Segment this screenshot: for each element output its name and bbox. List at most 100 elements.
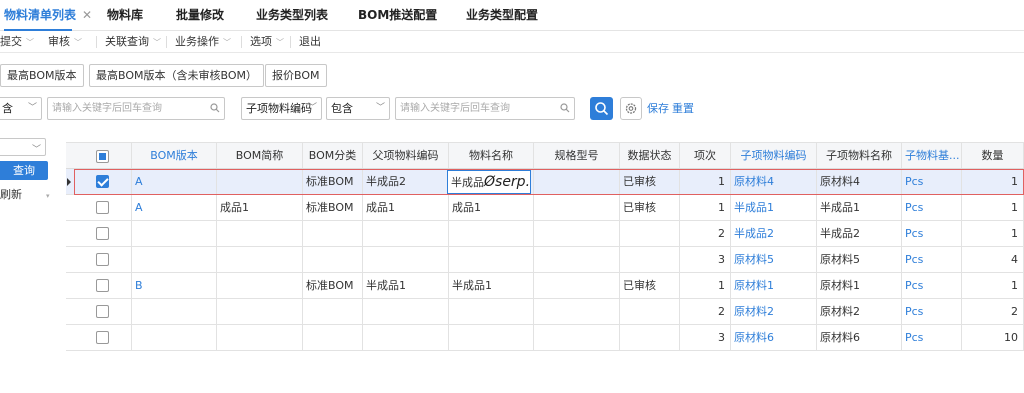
- col-bom-short[interactable]: BOM简称: [217, 143, 303, 168]
- table-row[interactable]: 2 原材料2 原材料2 Pcs 2: [66, 299, 1024, 325]
- cell-item-no[interactable]: 2: [680, 299, 731, 324]
- cell-material-name[interactable]: [449, 299, 534, 324]
- table-row[interactable]: A标准BOM半成品2半成品已审核1原材料4原材料4Pcs1半成品Øserp.ne…: [66, 169, 1024, 195]
- cell-child-code[interactable]: 原材料2: [731, 299, 817, 324]
- tab-bom-push-config[interactable]: BOM推送配置: [358, 0, 437, 31]
- cell-child-name[interactable]: 半成品1: [817, 195, 902, 220]
- cell-child-name[interactable]: 原材料5: [817, 247, 902, 272]
- cell-bom-version[interactable]: A: [132, 169, 217, 194]
- cell-bom-short[interactable]: [217, 221, 303, 246]
- cell-bom-class[interactable]: [303, 247, 363, 272]
- cell-spec[interactable]: [534, 299, 620, 324]
- cell-bom-class[interactable]: [303, 325, 363, 350]
- cell-material-name[interactable]: [449, 247, 534, 272]
- cell-material-name[interactable]: [449, 325, 534, 350]
- col-child-unit[interactable]: 子物料基...: [902, 143, 962, 168]
- filter-field-select-2[interactable]: 子项物料编码 ﹀: [241, 97, 322, 120]
- cell-child-code[interactable]: 半成品2: [731, 221, 817, 246]
- cell-bom-version[interactable]: B: [132, 273, 217, 298]
- col-status[interactable]: 数据状态: [620, 143, 680, 168]
- cell-child-name[interactable]: 原材料4: [817, 169, 902, 194]
- cell-spec[interactable]: [534, 169, 620, 194]
- business-ops-menu[interactable]: 业务操作 ﹀: [175, 31, 231, 53]
- cell-child-unit[interactable]: Pcs: [902, 325, 962, 350]
- cell-parent-code[interactable]: [363, 299, 449, 324]
- cell-bom-short[interactable]: [217, 325, 303, 350]
- cell-item-no[interactable]: 1: [680, 169, 731, 194]
- submit-menu[interactable]: 提交 ﹀: [0, 31, 34, 53]
- cell-parent-code[interactable]: [363, 221, 449, 246]
- col-bom-version[interactable]: BOM版本: [132, 143, 217, 168]
- table-row[interactable]: 2 半成品2 半成品2 Pcs 1: [66, 221, 1024, 247]
- cell-material-name[interactable]: 成品1: [449, 195, 534, 220]
- cell-child-unit[interactable]: Pcs: [902, 247, 962, 272]
- quote-bom-button[interactable]: 报价BOM: [265, 64, 327, 87]
- cell-status[interactable]: [620, 221, 680, 246]
- reset-filter-link[interactable]: 重置: [672, 97, 694, 120]
- cell-bom-class[interactable]: 标准BOM: [303, 195, 363, 220]
- material-name-editor[interactable]: 半成品Øserp.net: [447, 170, 531, 194]
- highest-bom-version-incl-unaudited-button[interactable]: 最高BOM版本（含未审核BOM）: [89, 64, 265, 87]
- tab-batch-modify[interactable]: 批量修改: [176, 0, 224, 31]
- col-item-no[interactable]: 项次: [680, 143, 731, 168]
- cell-status[interactable]: [620, 299, 680, 324]
- filter-keyword-input-1[interactable]: 请输入关键字后回车查询: [47, 97, 225, 120]
- col-qty[interactable]: 数量: [962, 143, 1024, 168]
- tab-material-library[interactable]: 物料库: [107, 0, 143, 31]
- cell-child-unit[interactable]: Pcs: [902, 299, 962, 324]
- cell-bom-class[interactable]: [303, 299, 363, 324]
- cell-status[interactable]: 已审核: [620, 195, 680, 220]
- cell-child-code[interactable]: 原材料5: [731, 247, 817, 272]
- cell-status[interactable]: 已审核: [620, 273, 680, 298]
- cell-parent-code[interactable]: 成品1: [363, 195, 449, 220]
- col-child-code[interactable]: 子项物料编码: [731, 143, 817, 168]
- table-row[interactable]: B 标准BOM 半成品1 半成品1 已审核 1 原材料1 原材料1 Pcs 1: [66, 273, 1024, 299]
- cell-qty[interactable]: 1: [962, 273, 1024, 298]
- cell-material-name[interactable]: 半成品1: [449, 273, 534, 298]
- row-checkbox[interactable]: [96, 331, 109, 344]
- cell-bom-version[interactable]: [132, 325, 217, 350]
- exit-button[interactable]: 退出: [299, 31, 321, 53]
- cell-status[interactable]: 已审核: [620, 169, 680, 194]
- cell-spec[interactable]: [534, 195, 620, 220]
- search-button[interactable]: [590, 97, 613, 120]
- tab-business-type-list[interactable]: 业务类型列表: [256, 0, 328, 31]
- cell-child-name[interactable]: 原材料1: [817, 273, 902, 298]
- row-checkbox[interactable]: [96, 253, 109, 266]
- cell-bom-version[interactable]: [132, 247, 217, 272]
- row-checkbox[interactable]: [96, 201, 109, 214]
- cell-bom-short[interactable]: [217, 247, 303, 272]
- tab-bom-list[interactable]: 物料清单列表 ✕: [4, 0, 92, 31]
- cell-child-name[interactable]: 原材料2: [817, 299, 902, 324]
- tab-business-type-config[interactable]: 业务类型配置: [466, 0, 538, 31]
- row-checkbox[interactable]: [96, 227, 109, 240]
- cell-item-no[interactable]: 3: [680, 247, 731, 272]
- cell-bom-class[interactable]: [303, 221, 363, 246]
- filter-operator-select-1[interactable]: 含 ﹀: [0, 97, 42, 120]
- row-checkbox[interactable]: [96, 279, 109, 292]
- cell-bom-short[interactable]: [217, 299, 303, 324]
- cell-child-code[interactable]: 原材料1: [731, 273, 817, 298]
- cell-bom-class[interactable]: 标准BOM: [303, 273, 363, 298]
- col-bom-class[interactable]: BOM分类: [303, 143, 363, 168]
- cell-parent-code[interactable]: [363, 325, 449, 350]
- cell-bom-version[interactable]: A: [132, 195, 217, 220]
- filter-keyword-input-2[interactable]: 请输入关键字后回车查询: [395, 97, 575, 120]
- cell-spec[interactable]: [534, 273, 620, 298]
- cell-child-unit[interactable]: Pcs: [902, 169, 962, 194]
- cell-qty[interactable]: 2: [962, 299, 1024, 324]
- cell-status[interactable]: [620, 325, 680, 350]
- col-parent-code[interactable]: 父项物料编码: [363, 143, 449, 168]
- cell-child-code[interactable]: 原材料6: [731, 325, 817, 350]
- cell-spec[interactable]: [534, 247, 620, 272]
- cell-spec[interactable]: [534, 325, 620, 350]
- cell-material-name[interactable]: [449, 221, 534, 246]
- cell-parent-code[interactable]: [363, 247, 449, 272]
- cell-qty[interactable]: 10: [962, 325, 1024, 350]
- cell-item-no[interactable]: 1: [680, 273, 731, 298]
- filter-operator-select-2[interactable]: 包含 ﹀: [326, 97, 390, 120]
- cell-child-code[interactable]: 半成品1: [731, 195, 817, 220]
- cell-child-unit[interactable]: Pcs: [902, 195, 962, 220]
- cell-status[interactable]: [620, 247, 680, 272]
- cell-child-code[interactable]: 原材料4: [731, 169, 817, 194]
